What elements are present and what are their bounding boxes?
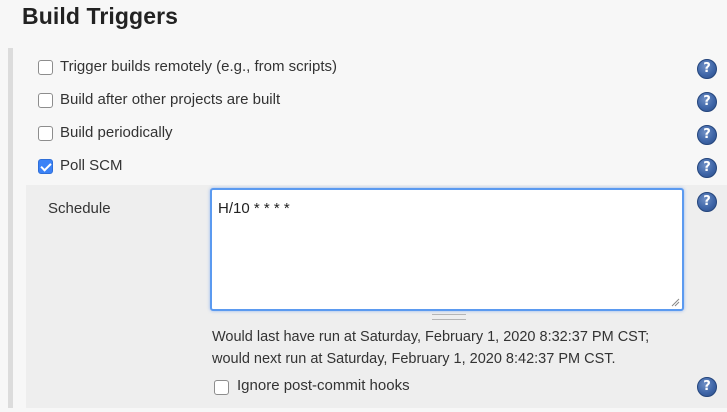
ignore-hooks-label[interactable]: Ignore post-commit hooks [237,377,410,394]
schedule-last-run: Would last have run at Saturday, Februar… [212,329,650,345]
trigger-remote-label[interactable]: Trigger builds remotely (e.g., from scri… [60,58,337,75]
help-poll-scm-icon[interactable]: ? [697,158,717,178]
trigger-remote-row[interactable]: Trigger builds remotely (e.g., from scri… [26,51,727,84]
build-after-other-row[interactable]: Build after other projects are built [26,84,727,117]
build-periodically-row[interactable]: Build periodically [26,117,727,150]
build-after-other-label[interactable]: Build after other projects are built [60,91,280,108]
build-triggers-panel: Build Triggers Trigger builds remotely (… [0,0,727,412]
ignore-hooks-checkbox[interactable] [214,380,229,395]
build-after-other-checkbox[interactable] [38,93,53,108]
poll-scm-checkbox[interactable] [38,159,53,174]
schedule-textarea-frame[interactable]: H/10 * * * * [210,188,684,311]
help-ignore-hooks-icon[interactable]: ? [697,377,717,397]
schedule-label: Schedule [48,200,111,217]
schedule-next-run: would next run at Saturday, February 1, … [212,351,616,367]
help-build-after-other-icon[interactable]: ? [697,92,717,112]
build-periodically-label[interactable]: Build periodically [60,124,173,141]
help-schedule-icon[interactable]: ? [697,192,717,212]
poll-scm-row[interactable]: Poll SCM [26,150,727,183]
poll-scm-label[interactable]: Poll SCM [60,157,123,174]
trigger-remote-checkbox[interactable] [38,60,53,75]
help-build-periodically-icon[interactable]: ? [697,125,717,145]
schedule-info-text: Would last have run at Saturday, Februar… [212,326,649,370]
build-periodically-checkbox[interactable] [38,126,53,141]
resize-grip-icon[interactable] [671,298,680,307]
schedule-textarea[interactable]: H/10 * * * * [212,190,682,309]
help-trigger-remote-icon[interactable]: ? [697,59,717,79]
textarea-expand-handle[interactable] [432,314,466,320]
section-title: Build Triggers [22,3,179,29]
